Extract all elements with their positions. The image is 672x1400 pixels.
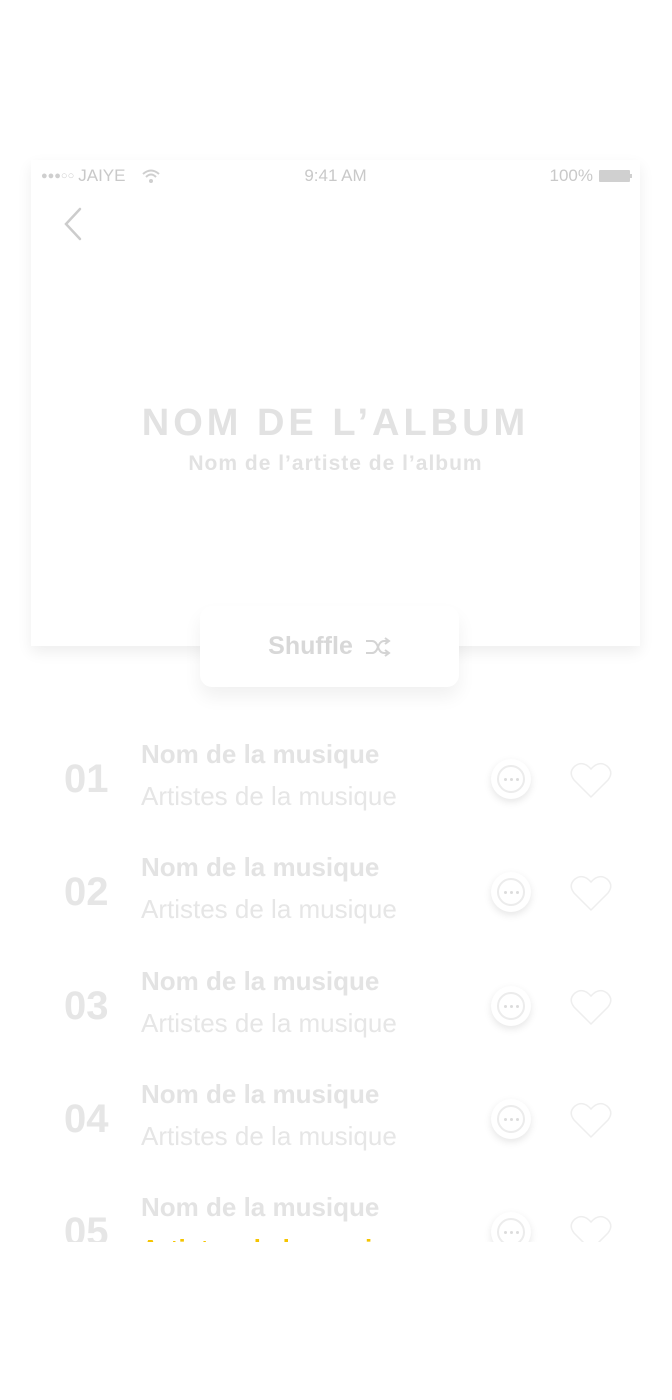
status-bar: ●●●○○ JAIYE 9:41 AM 100% <box>31 166 640 188</box>
track-title: Nom de la musique <box>141 852 380 882</box>
track-artist: Artistes de la musique <box>141 894 397 924</box>
track-row[interactable]: 01 Nom de la musique Artistes de la musi… <box>0 735 672 835</box>
more-options-button[interactable] <box>491 986 531 1026</box>
heart-icon[interactable] <box>570 1101 612 1139</box>
heart-icon[interactable] <box>570 988 612 1026</box>
track-title: Nom de la musique <box>141 739 380 769</box>
status-right: 100% <box>550 166 632 186</box>
more-dots-icon <box>497 1218 525 1242</box>
track-title: Nom de la musique <box>141 1079 380 1109</box>
heart-icon[interactable] <box>570 761 612 799</box>
battery-percent: 100% <box>549 166 593 185</box>
battery-icon <box>599 170 632 182</box>
track-number: 04 <box>64 1097 109 1141</box>
track-row[interactable]: 02 Nom de la musique Artistes de la musi… <box>0 848 672 948</box>
track-number: 05 <box>64 1210 109 1242</box>
more-options-button[interactable] <box>491 1212 531 1242</box>
more-dots-icon <box>497 1105 525 1133</box>
track-title: Nom de la musique <box>141 966 380 996</box>
track-row[interactable]: 05 Nom de la musique Artistes de la musi… <box>0 1188 672 1242</box>
track-number: 03 <box>64 984 109 1028</box>
track-number: 01 <box>64 757 109 801</box>
track-title: Nom de la musique <box>141 1192 380 1222</box>
track-row[interactable]: 03 Nom de la musique Artistes de la musi… <box>0 962 672 1062</box>
more-options-button[interactable] <box>491 1099 531 1139</box>
heart-icon[interactable] <box>570 1214 612 1242</box>
more-options-button[interactable] <box>491 872 531 912</box>
more-dots-icon <box>497 992 525 1020</box>
more-dots-icon <box>497 765 525 793</box>
shuffle-label: Shuffle <box>268 632 353 660</box>
track-artist-active: Artistes de la musique <box>141 1234 418 1242</box>
more-dots-icon <box>497 878 525 906</box>
shuffle-button[interactable]: Shuffle <box>200 606 459 687</box>
heart-icon[interactable] <box>570 874 612 912</box>
album-screen: ●●●○○ JAIYE 9:41 AM 100% NOM DE L’ALBUM … <box>0 0 672 1400</box>
track-artist: Artistes de la musique <box>141 1121 397 1151</box>
track-artist: Artistes de la musique <box>141 1008 397 1038</box>
shuffle-icon <box>365 636 391 657</box>
more-options-button[interactable] <box>491 759 531 799</box>
track-artist: Artistes de la musique <box>141 781 397 811</box>
album-title: NOM DE L’ALBUM <box>141 402 530 444</box>
track-list: 01 Nom de la musique Artistes de la musi… <box>0 735 672 1242</box>
track-row[interactable]: 04 Nom de la musique Artistes de la musi… <box>0 1075 672 1175</box>
track-number: 02 <box>64 870 109 914</box>
back-chevron-icon[interactable] <box>62 206 84 242</box>
album-artist: Nom de l’artiste de l’album <box>188 452 483 475</box>
